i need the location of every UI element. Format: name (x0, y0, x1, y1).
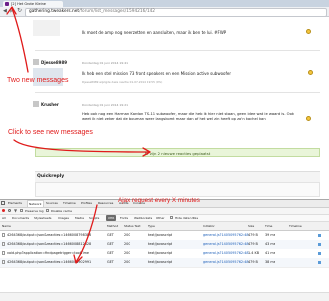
arrow-to-tab-line (11, 7, 29, 73)
annotation-two-new: Two new messages (7, 77, 69, 84)
arrow-to-bar-line (13, 139, 151, 153)
annotation-click-to-see: Click to see new messages (8, 129, 93, 136)
arrow-to-tab-head (6, 6, 17, 15)
arrow-to-rows-line (75, 204, 98, 263)
annotation-ajax: Ajax request every X minutes (118, 197, 200, 204)
annotation-layer (6, 6, 151, 264)
